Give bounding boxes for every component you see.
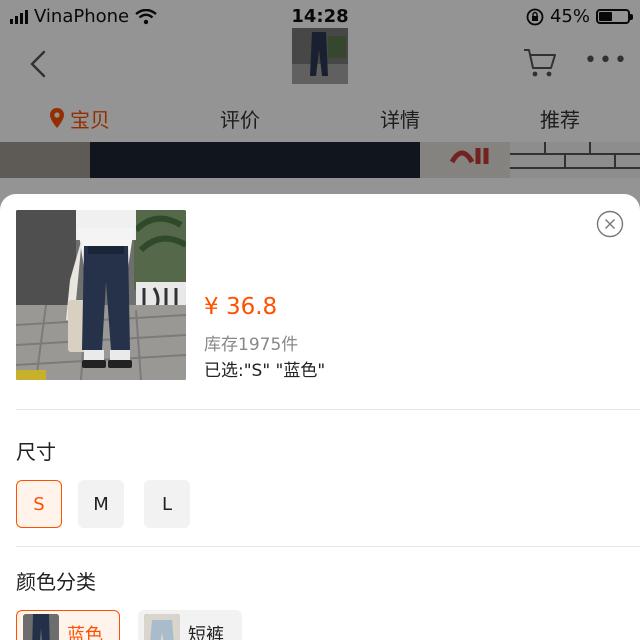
color-option-thumbnail <box>144 614 180 640</box>
sku-selected: 已选:"S" "蓝色" <box>204 361 326 381</box>
divider <box>16 546 640 547</box>
divider <box>16 409 640 410</box>
size-option-s[interactable]: S <box>16 480 62 528</box>
size-option-label: L <box>161 493 173 515</box>
size-option-m[interactable]: M <box>78 480 124 528</box>
sku-product-image[interactable] <box>16 210 186 380</box>
color-option-label: 短裤 <box>188 625 224 640</box>
sku-stock: 库存1975件 <box>204 335 299 355</box>
color-option-shorts[interactable]: 短裤 <box>138 610 242 640</box>
sku-sheet: ¥ 36.8 库存1975件 已选:"S" "蓝色" 尺寸 S M L 颜色分类… <box>0 194 640 640</box>
color-section-title: 颜色分类 <box>16 570 96 594</box>
size-option-label: S <box>33 493 45 515</box>
sku-price: ¥ 36.8 <box>204 294 278 320</box>
size-option-label: M <box>93 493 109 515</box>
color-option-label: 蓝色 <box>67 625 103 640</box>
size-option-l[interactable]: L <box>144 480 190 528</box>
color-option-blue[interactable]: 蓝色 <box>16 610 120 640</box>
color-option-thumbnail <box>23 614 59 640</box>
size-section-title: 尺寸 <box>16 440 56 464</box>
close-icon[interactable] <box>596 210 624 238</box>
